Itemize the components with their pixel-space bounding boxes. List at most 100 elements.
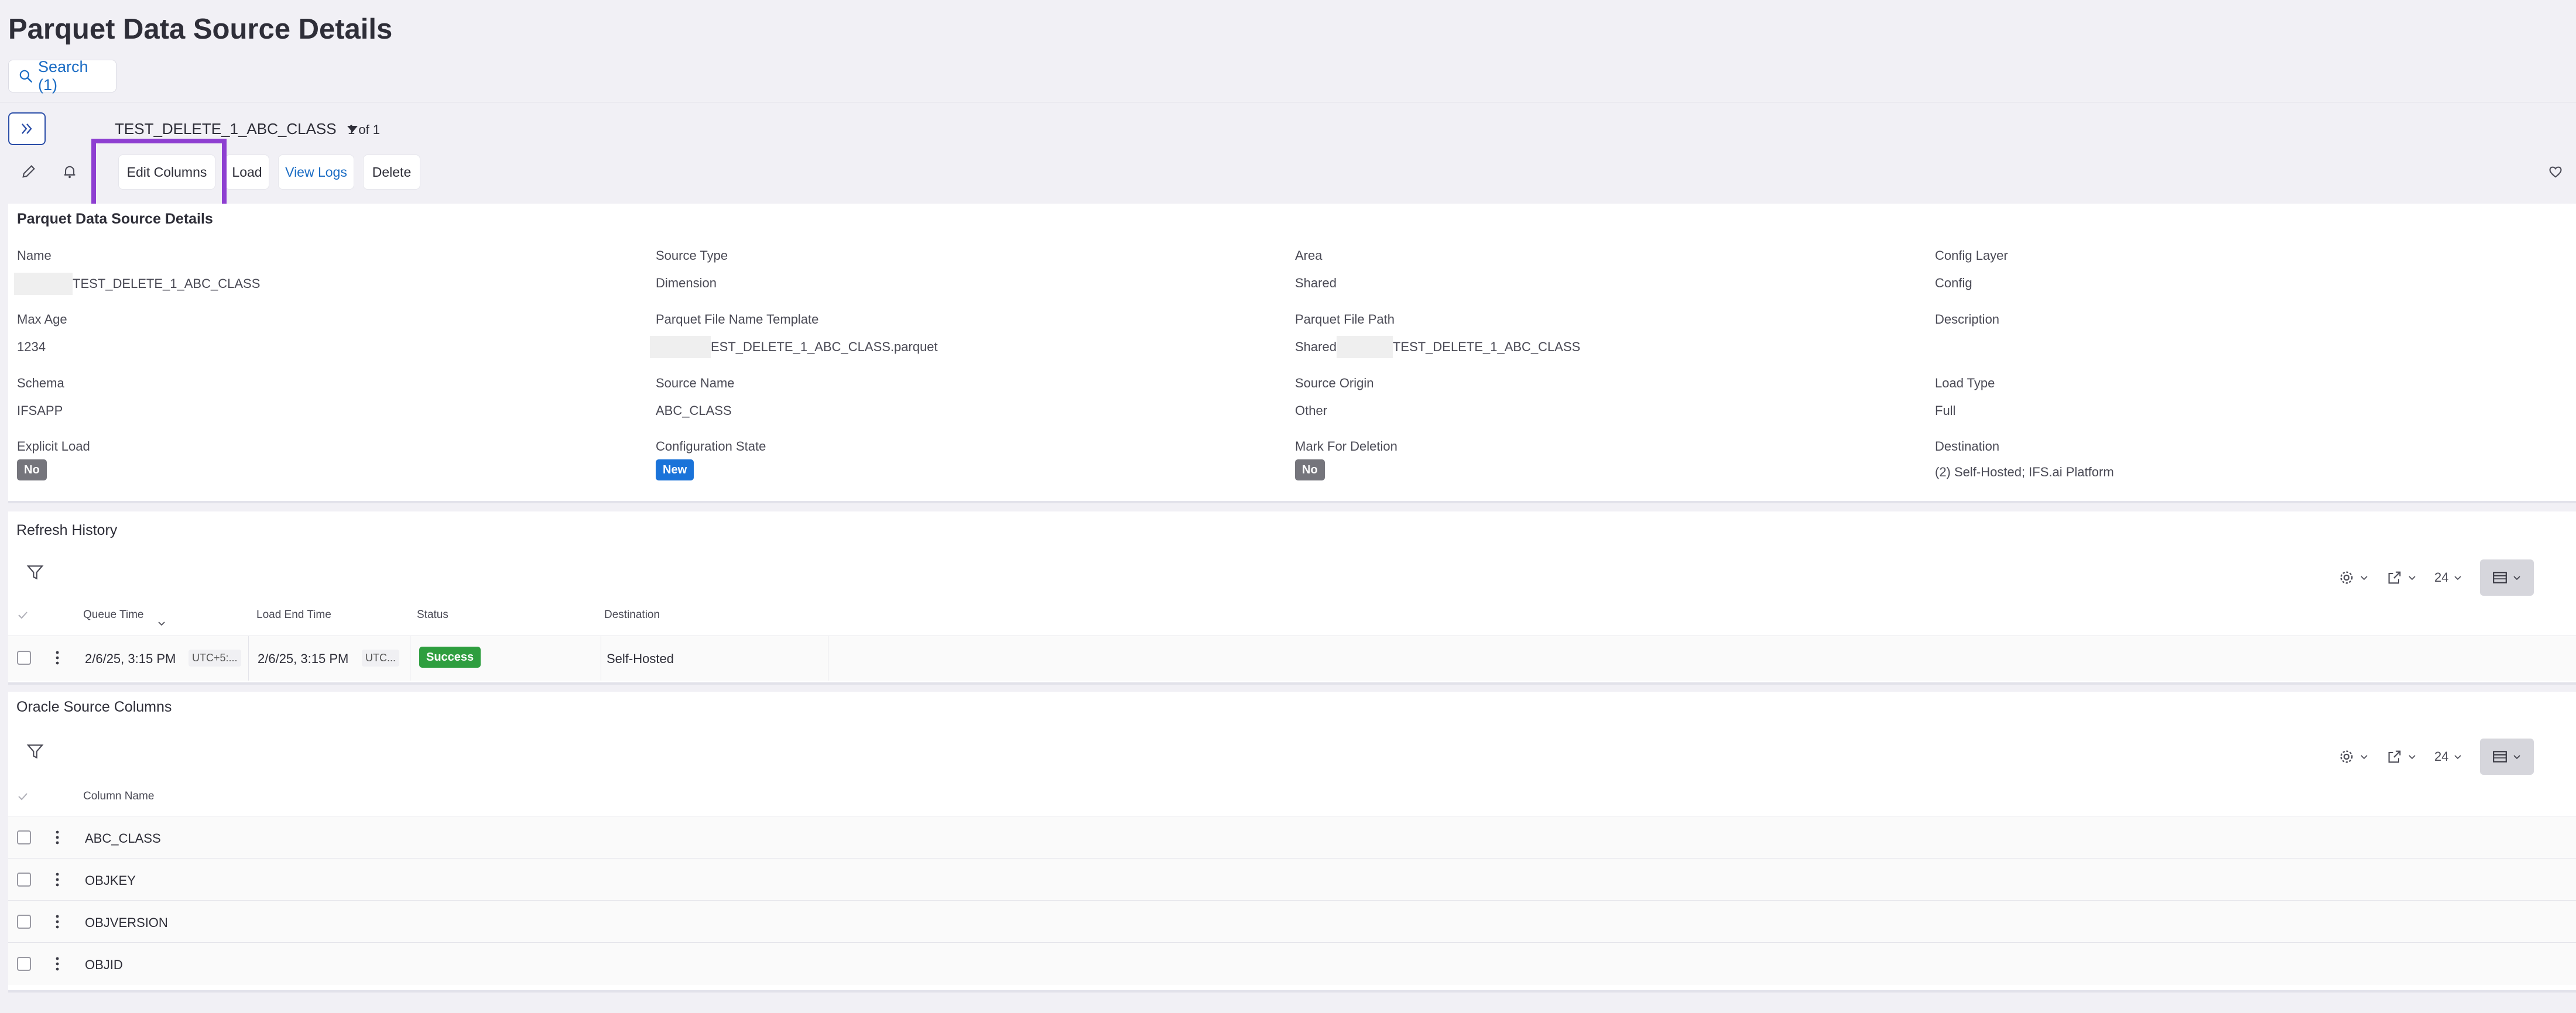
chevron-down-icon [2407,573,2417,582]
record-count: 1 of 1 [348,122,381,137]
mark-for-deletion-label: Mark For Deletion [1295,439,1397,454]
column-name-cell: ABC_CLASS [85,831,161,846]
parquet-template-label: Parquet File Name Template [656,312,819,327]
search-icon [18,68,33,84]
export-icon [2386,569,2403,586]
edit-pencil-icon[interactable] [15,158,42,185]
grid-tools: 24 [2338,559,2534,596]
row-menu-icon[interactable] [55,914,60,929]
schema-value: IFSAPP [17,403,63,418]
row-checkbox[interactable] [17,651,31,665]
heart-icon[interactable] [2542,158,2569,185]
column-header-column-name[interactable]: Column Name [83,790,154,803]
table-row[interactable]: OBJKEY [8,858,2576,901]
gear-icon [2338,748,2355,765]
source-origin-label: Source Origin [1295,376,1374,390]
mark-for-deletion-badge: No [1295,459,1325,480]
select-all-check[interactable] [18,611,28,619]
column-name-cell: OBJVERSION [85,915,168,930]
chevron-down-icon [2512,752,2522,761]
cell-divider [248,636,249,681]
max-age-value: 1234 [17,339,46,354]
view-toggle-button[interactable] [2480,739,2534,775]
row-menu-icon[interactable] [55,872,60,887]
table-icon [2492,750,2508,763]
row-menu-icon[interactable] [55,650,60,665]
row-checkbox[interactable] [17,830,31,844]
name-value-wrap: TEST_DELETE_1_ABC_CLASS [14,273,260,295]
filter-icon[interactable] [26,742,44,761]
chevron-down-icon [2453,752,2462,761]
select-all-check[interactable] [18,792,28,801]
row-menu-icon[interactable] [55,956,60,971]
redacted-mask [14,273,73,295]
source-name-value: ABC_CLASS [656,403,732,418]
table-row[interactable]: 2/6/25, 3:15 PM UTC+5:... 2/6/25, 3:15 P… [8,636,2576,681]
source-name-label: Source Name [656,376,735,390]
area-value: Shared [1295,276,1337,290]
details-panel: Parquet Data Source Details Name TEST_DE… [8,204,2576,503]
export-menu[interactable] [2386,569,2417,586]
configuration-state-badge: New [656,459,694,480]
config-layer-label: Config Layer [1935,248,2008,263]
settings-menu[interactable] [2338,569,2369,586]
load-timezone-chip: UTC... [362,650,399,667]
view-toggle-button[interactable] [2480,559,2534,596]
column-header-load-end-time[interactable]: Load End Time [256,609,331,621]
export-icon [2386,748,2403,765]
table-row[interactable]: OBJVERSION [8,900,2576,943]
table-row[interactable]: ABC_CLASS [8,816,2576,859]
destination-label: Destination [1935,439,2000,454]
page-title: Parquet Data Source Details [8,13,393,45]
oracle-columns-title: Oracle Source Columns [16,699,172,715]
refresh-history-title: Refresh History [16,522,118,538]
refresh-history-panel: Refresh History 24 Queue Time Load End T… [8,511,2576,685]
table-row[interactable]: OBJID [8,942,2576,985]
record-selector[interactable]: TEST_DELETE_1_ABC_CLASS [115,120,359,138]
explicit-load-label: Explicit Load [17,439,90,454]
column-name-cell: OBJID [85,957,123,972]
expand-navigator-button[interactable] [8,112,46,145]
source-origin-value: Other [1295,403,1328,418]
column-header-queue-time[interactable]: Queue Time [83,609,144,621]
load-type-value: Full [1935,403,1956,418]
parquet-template-value: EST_DELETE_1_ABC_CLASS.parquet [711,339,938,354]
chevron-down-icon [2407,752,2417,761]
column-header-status[interactable]: Status [417,609,448,621]
page-size-select[interactable]: 24 [2434,749,2462,764]
redacted-mask [1336,336,1393,358]
column-header-destination[interactable]: Destination [604,609,660,621]
search-button-label: Search (1) [38,58,88,94]
source-type-value: Dimension [656,276,717,290]
source-type-label: Source Type [656,248,728,263]
row-menu-icon[interactable] [55,830,60,845]
details-title: Parquet Data Source Details [17,211,213,227]
parquet-path-wrap: Shared TEST_DELETE_1_ABC_CLASS [1295,336,1580,358]
double-chevron-right-icon [19,121,35,137]
area-label: Area [1295,248,1323,263]
filter-icon[interactable] [26,563,44,582]
view-logs-button[interactable]: View Logs [278,154,354,190]
configuration-state-label: Configuration State [656,439,766,454]
delete-button[interactable]: Delete [363,154,420,190]
page-size-select[interactable]: 24 [2434,570,2462,585]
load-button[interactable]: Load [225,154,269,190]
settings-menu[interactable] [2338,748,2369,765]
search-button[interactable]: Search (1) [8,58,117,94]
column-name-cell: OBJKEY [85,873,136,888]
bell-icon[interactable] [56,158,83,185]
row-checkbox[interactable] [17,873,31,887]
chevron-down-icon [2359,752,2369,761]
row-checkbox[interactable] [17,915,31,929]
chevron-down-icon [2359,573,2369,582]
destination-cell: Self-Hosted [607,651,674,666]
explicit-load-badge: No [17,459,47,480]
row-checkbox[interactable] [17,957,31,971]
load-end-time-cell: 2/6/25, 3:15 PM [258,651,349,666]
description-label: Description [1935,312,2000,327]
edit-columns-button[interactable]: Edit Columns [118,154,215,190]
queue-time-cell: 2/6/25, 3:15 PM [85,651,176,666]
export-menu[interactable] [2386,748,2417,765]
gear-icon [2338,569,2355,586]
destination-value: (2) Self-Hosted; IFS.ai Platform [1935,465,2114,479]
